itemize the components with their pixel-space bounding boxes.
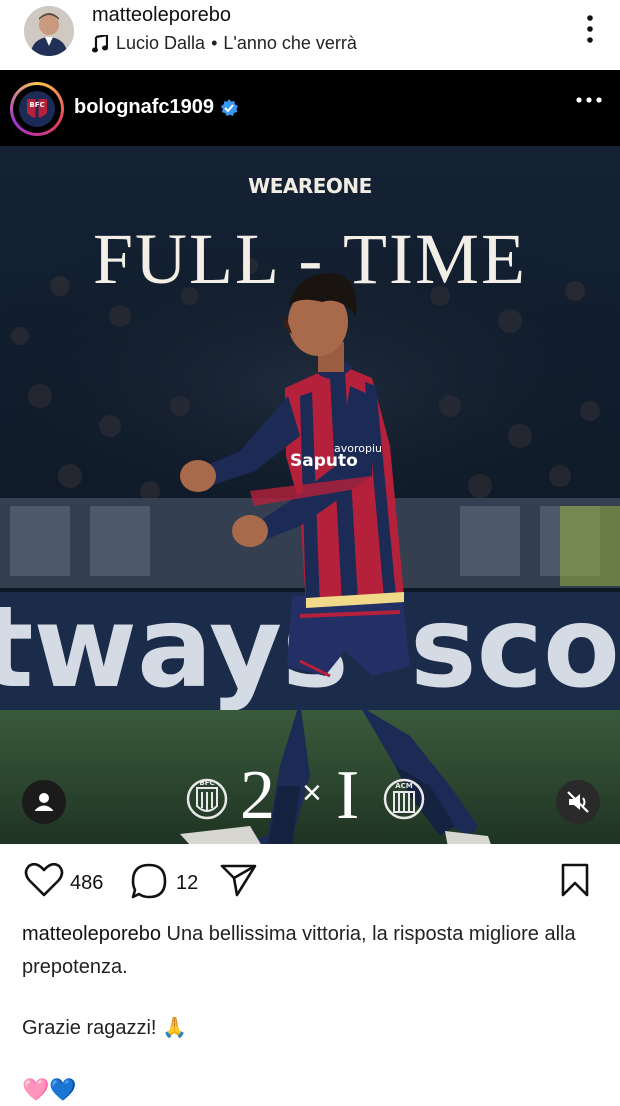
more-horizontal-icon[interactable] [576,96,602,104]
post-caption: matteoleporebo Una bellissima vittoria, … [22,918,602,1106]
verified-badge-icon [220,98,239,116]
send-icon[interactable] [220,862,258,898]
club-avatar[interactable]: BFC [10,82,64,136]
score-separator: × [302,774,322,812]
post-media[interactable]: tways sco Saputo avoropiu BFC bolognafc1… [0,70,620,844]
post-header: matteoleporebo Lucio Dalla • L'anno che … [0,0,620,70]
tagged-users-button[interactable] [22,780,66,824]
music-note-icon [92,34,108,52]
music-artist: Lucio Dalla [116,33,206,53]
music-title: L'anno che verrà [223,33,357,53]
more-vertical-icon[interactable] [584,14,596,44]
avatar[interactable] [24,6,74,56]
score-row: BFC 2 × I ACM [0,757,620,840]
comments-count[interactable]: 12 [176,872,198,895]
likes-count[interactable]: 486 [70,872,103,895]
sleeve-sponsor: avoropiu [334,442,382,455]
home-score: 2 [240,757,275,834]
caption-thanks: Grazie ragazzi! 🙏 [22,1017,187,1039]
away-crest-text: ACM [395,782,413,790]
music-info[interactable]: Lucio Dalla • L'anno che verrà [92,33,357,54]
graphic-tagline: WEAREONE [248,174,372,198]
user-icon [35,793,53,811]
post-username[interactable]: matteoleporebo [92,4,231,27]
media-account-bar: BFC bolognafc1909 [0,70,620,146]
caption-hearts: 🩷💙 [22,1077,77,1102]
home-crest-text: BFC [199,779,214,787]
post-actions: 486 12 [0,844,620,920]
caption-first-paragraph: matteoleporebo Una bellissima vittoria, … [22,918,602,984]
mute-button[interactable] [556,780,600,824]
club-account-name[interactable]: bolognafc1909 [74,96,239,119]
away-club-crest: ACM [383,778,425,820]
heart-icon[interactable] [24,862,64,898]
speaker-muted-icon [567,791,589,813]
club-username[interactable]: bolognafc1909 [74,96,214,119]
away-score: I [336,757,360,834]
caption-username[interactable]: matteoleporebo [22,923,161,945]
home-club-crest: BFC [186,778,228,820]
comment-icon[interactable] [130,862,168,900]
svg-text:sco: sco [410,583,620,713]
svg-text:BFC: BFC [29,101,44,109]
graphic-headline: FULL - TIME [93,219,527,299]
music-separator: • [211,33,218,53]
bookmark-icon[interactable] [560,862,590,898]
